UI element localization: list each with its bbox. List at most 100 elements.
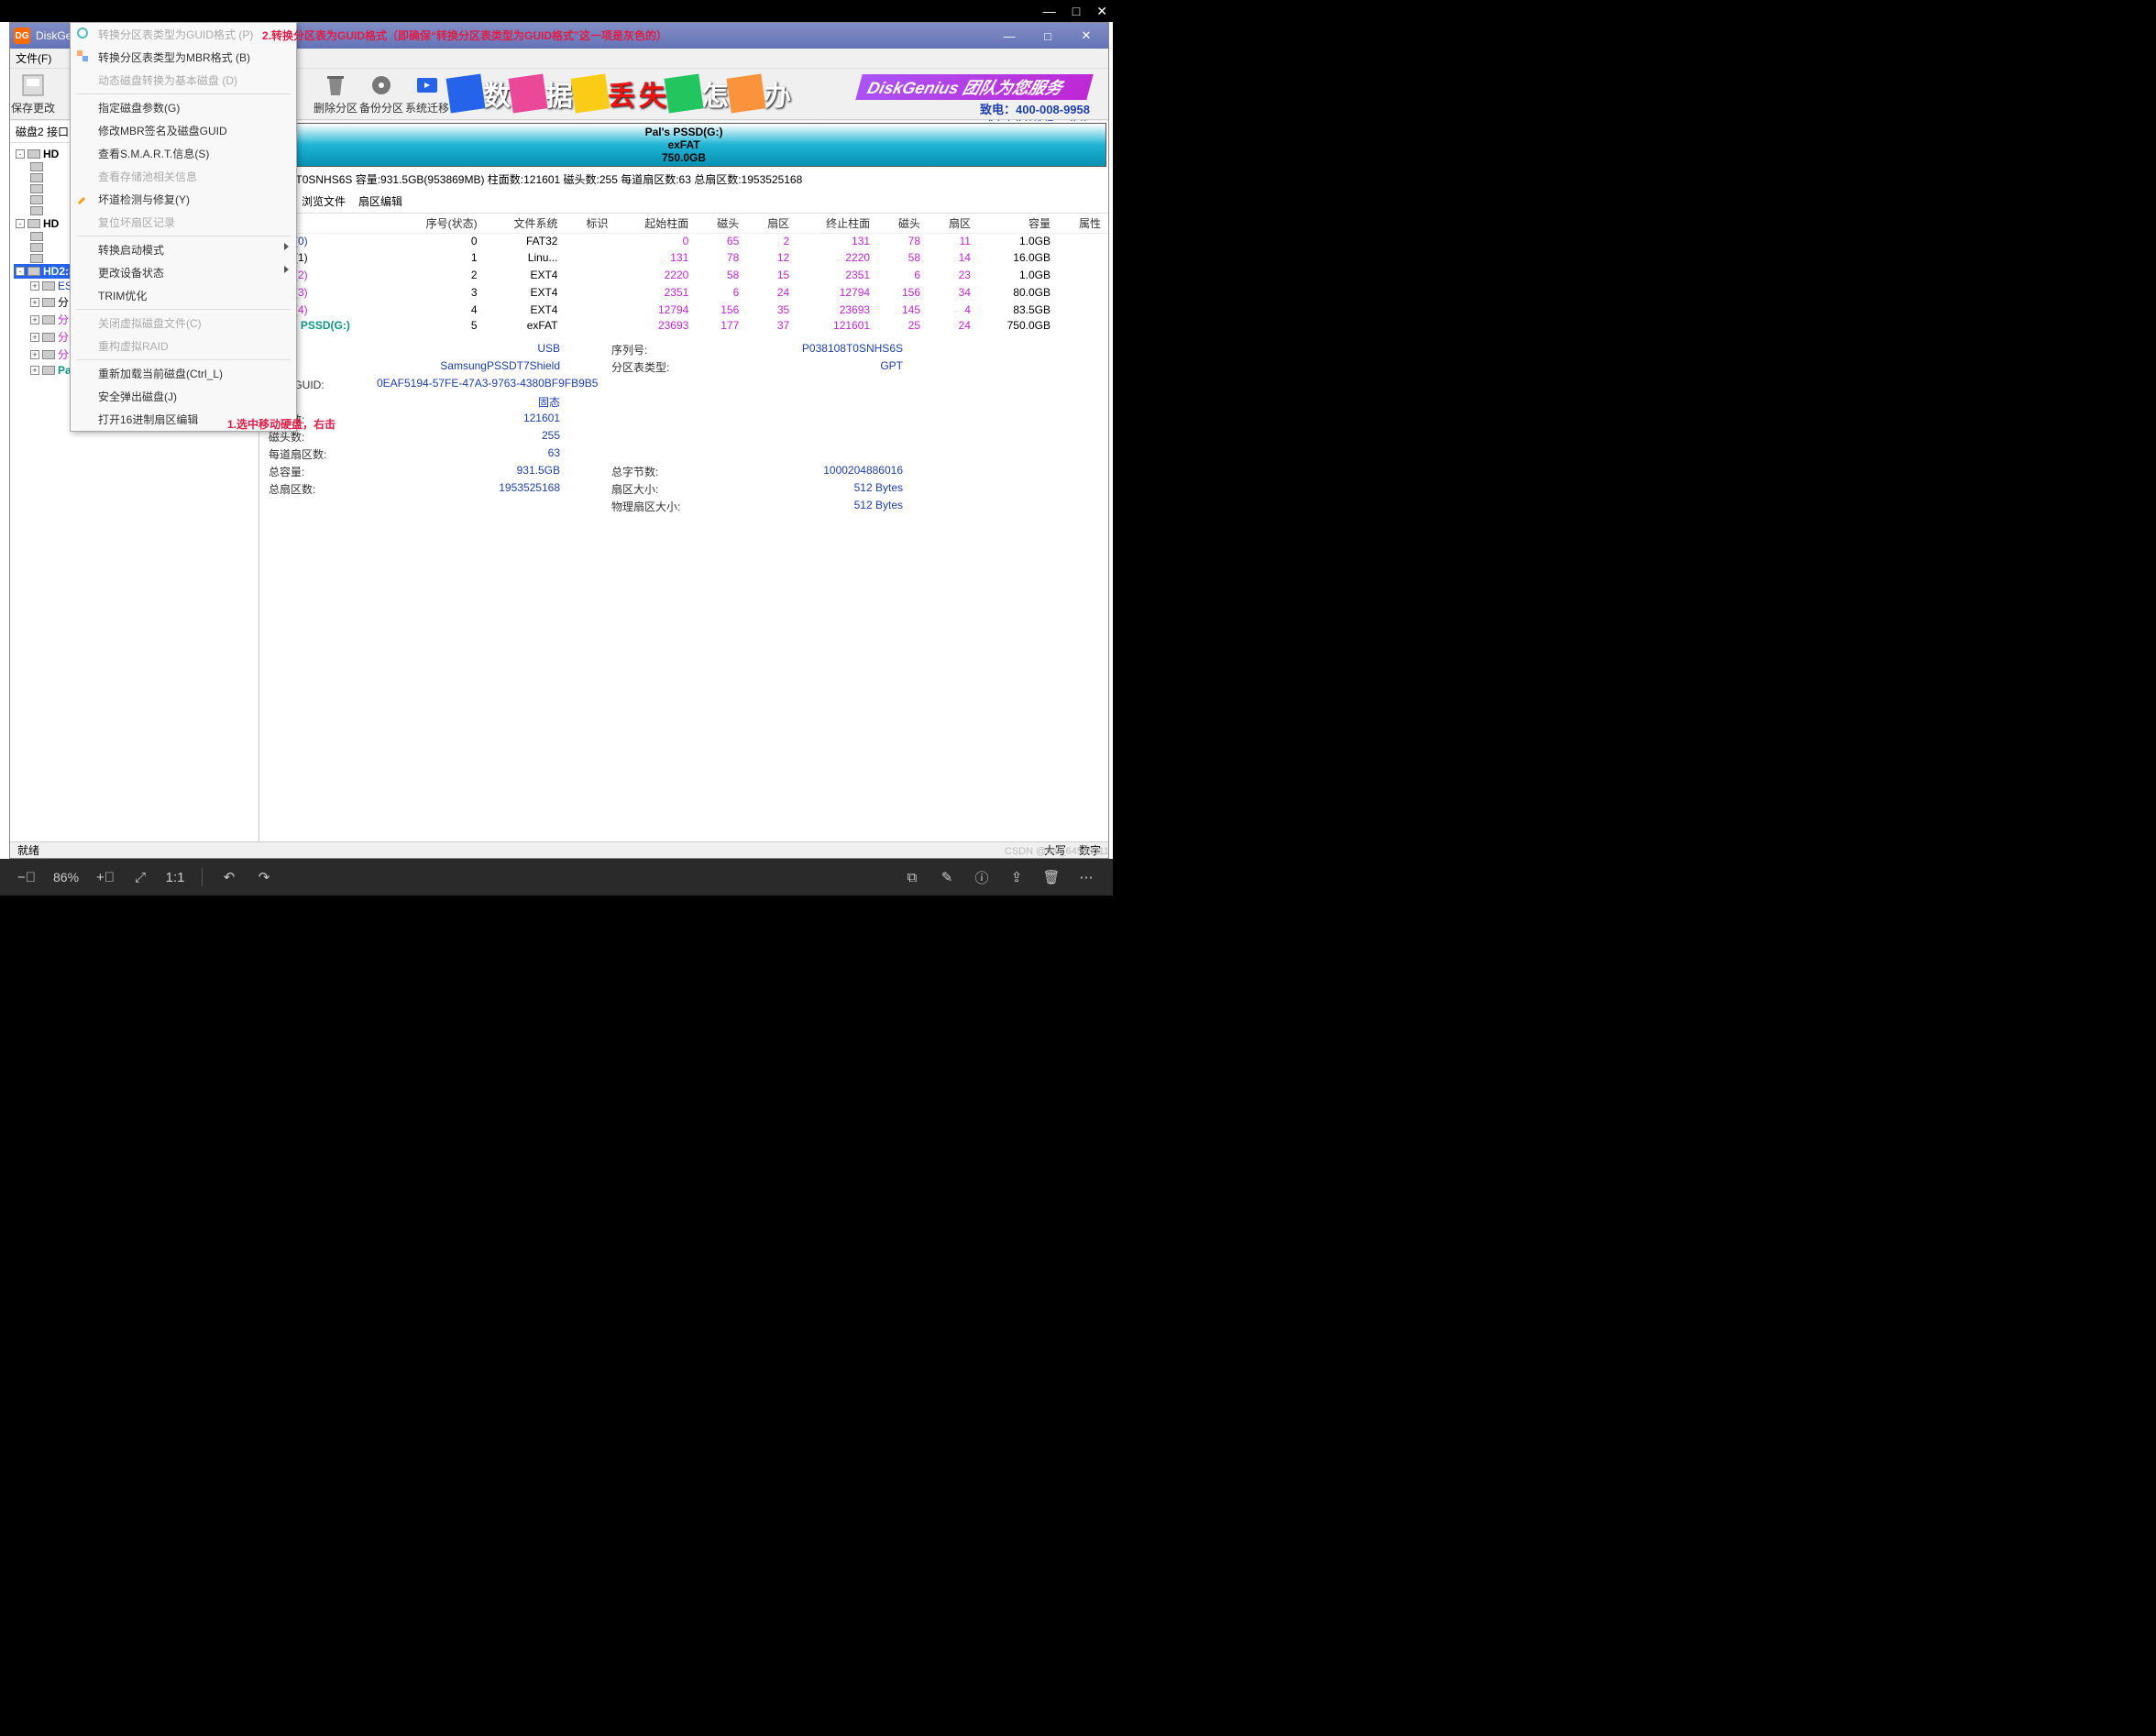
ctx-trim[interactable]: TRIM优化 <box>71 284 296 307</box>
ctx-reset-bad: 复位坏扇区记录 <box>71 211 296 234</box>
table-row[interactable]: 分区(2)2EXT42220581523516231.0GB <box>259 266 1108 283</box>
ctx-pool: 查看存储池相关信息 <box>71 165 296 188</box>
disk-context-menu: 转换分区表类型为GUID格式 (P) 转换分区表类型为MBR格式 (B) 动态磁… <box>70 22 297 432</box>
save-button[interactable]: 保存更改 <box>10 72 56 115</box>
tab-browse[interactable]: 浏览文件 <box>302 193 346 209</box>
part-icon <box>42 298 55 307</box>
rotate-right-button[interactable]: ↷ <box>256 869 272 885</box>
disk-icon <box>28 267 40 276</box>
backup-label: 备份分区 <box>359 100 403 115</box>
prop-value: 0EAF5194-57FE-47A3-9763-4380BF9FB9B5 <box>377 377 903 392</box>
promo-char: 丢 <box>608 73 635 114</box>
share-button[interactable]: ⇪ <box>1008 869 1025 885</box>
app-close-button[interactable]: ✕ <box>1068 26 1105 46</box>
delete-partition-button[interactable]: 删除分区 <box>313 72 358 115</box>
promo-banner: 数 据 丢 失 怎 办 <box>450 71 793 116</box>
table-row[interactable]: Pal's PSSD(G:)5exFAT23693177371216012524… <box>259 318 1108 333</box>
ctx-dyn-to-basic: 动态磁盘转换为基本磁盘 (D) <box>71 69 296 92</box>
part-icon <box>42 315 55 324</box>
prop-value: 固态 <box>377 394 560 410</box>
backup-partition-button[interactable]: 备份分区 <box>358 72 404 115</box>
outer-max-button[interactable]: □ <box>1072 4 1080 18</box>
disk-capacity-bar[interactable]: Pal's PSSD(G:) exFAT 750.0GB <box>261 123 1106 167</box>
rotate-left-button[interactable]: ↶ <box>221 869 237 885</box>
part-icon <box>30 162 43 171</box>
ctx-disk-params[interactable]: 指定磁盘参数(G) <box>71 96 296 119</box>
table-row[interactable]: 分区(3)3EXT42351624127941563480.0GB <box>259 283 1108 301</box>
diskbar-name: Pal's PSSD(G:) <box>645 126 723 138</box>
promo-char: 怎 <box>701 73 729 114</box>
migrate-label: 系统迁移 <box>405 100 449 115</box>
app-max-button[interactable]: □ <box>1029 26 1066 46</box>
app-min-button[interactable]: — <box>991 26 1028 46</box>
prop-value: GPT <box>720 359 903 375</box>
prop-value: P038108T0SNHS6S <box>720 342 903 357</box>
diskbar-size: 750.0GB <box>662 151 706 164</box>
info-button[interactable]: ⓘ <box>974 869 990 885</box>
status-ready: 就绪 <box>17 842 39 858</box>
ctx-to-mbr[interactable]: 转换分区表类型为MBR格式 (B) <box>71 46 296 69</box>
promo-brand: DiskGenius 团队为您服务 <box>865 79 1064 97</box>
app-icon: DG <box>14 27 30 44</box>
more-button[interactable]: ⋯ <box>1078 869 1094 885</box>
edit-button[interactable]: ✎ <box>939 869 955 885</box>
ctx-mbr-sig[interactable]: 修改MBR签名及磁盘GUID <box>71 119 296 142</box>
prop-value: 63 <box>377 446 560 462</box>
prop-label: 总字节数: <box>611 464 712 479</box>
prop-value: 1953525168 <box>377 481 560 497</box>
disk-icon <box>28 219 40 228</box>
part-icon <box>42 333 55 342</box>
annotation-2: 2.转换分区表为GUID格式（即确保“转换分区表类型为GUID格式”这一项是灰色… <box>262 27 667 43</box>
ctx-close-vd: 关闭虚拟磁盘文件(C) <box>71 312 296 335</box>
ctx-badtrack[interactable]: 坏道检测与修复(Y) <box>71 188 296 211</box>
ctx-reload[interactable]: 重新加载当前磁盘(Ctrl_L) <box>71 362 296 385</box>
copy-button[interactable]: ⧉ <box>904 869 920 885</box>
zoom-in-button[interactable]: +⃝ <box>97 869 114 885</box>
outer-window-controls: — □ ✕ <box>0 0 1113 22</box>
outer-min-button[interactable]: — <box>1043 4 1056 18</box>
watermark: CSDN @m0_64545111 <box>1005 846 1109 857</box>
viewer-toolbar: −⃝ 86% +⃝ ⤢ 1:1 ↶ ↷ ⧉ ✎ ⓘ ⇪ 🗑 ⋯ <box>0 859 1113 895</box>
table-row[interactable]: 分区(1)1Linu...13178122220581416.0GB <box>259 248 1108 266</box>
menu-file[interactable]: 文件(F) <box>16 50 51 66</box>
detail-tabs: 参数 浏览文件 扇区编辑 <box>259 190 1108 214</box>
prop-value: 255 <box>377 429 560 445</box>
tab-sector[interactable]: 扇区编辑 <box>358 193 402 209</box>
disk-icon <box>28 149 40 159</box>
save-icon <box>20 72 46 98</box>
part-icon <box>30 232 43 241</box>
promo-char: 数 <box>483 73 511 114</box>
chevron-right-icon <box>284 266 289 273</box>
fit-button[interactable]: ⤢ <box>132 869 148 885</box>
prop-value: 1000204886016 <box>720 464 903 479</box>
outer-close-button[interactable]: ✕ <box>1096 4 1107 19</box>
part-icon <box>30 254 43 263</box>
migrate-button[interactable]: 系统迁移 <box>404 72 450 115</box>
backup-icon <box>368 72 394 98</box>
wrench-icon <box>76 192 89 204</box>
ctx-rebuild-raid: 重构虚拟RAID <box>71 335 296 357</box>
ctx-smart[interactable]: 查看S.M.A.R.T.信息(S) <box>71 142 296 165</box>
table-row[interactable]: ESP(0)0FAT32065213178111.0GB <box>259 234 1108 249</box>
ctx-boot-mode[interactable]: 转换启动模式 <box>71 238 296 261</box>
prop-label: 每道扇区数: <box>269 446 369 462</box>
ctx-dev-state[interactable]: 更改设备状态 <box>71 261 296 284</box>
zoom-out-button[interactable]: −⃝ <box>18 869 35 885</box>
refresh-icon <box>76 27 89 39</box>
disk-label: HD <box>43 217 59 230</box>
ctx-eject[interactable]: 安全弹出磁盘(J) <box>71 385 296 408</box>
status-bar: 就绪 大写 数字 <box>10 841 1108 858</box>
delete-button[interactable]: 🗑 <box>1043 869 1060 885</box>
promo-tel: 致电：400-008-9958 <box>859 100 1090 117</box>
part-icon <box>30 173 43 182</box>
actual-size-button[interactable]: 1:1 <box>167 869 183 885</box>
delete-partition-label: 删除分区 <box>314 100 358 115</box>
prop-label: 总扇区数: <box>269 481 369 497</box>
partition-table: 序号(状态)文件系统标识 起始柱面磁头扇区 终止柱面磁头扇区 容量属性 ESP(… <box>259 214 1108 333</box>
table-row[interactable]: 分区(4)4EXT4127941563523693145483.5GB <box>259 301 1108 318</box>
zoom-level: 86% <box>53 870 79 884</box>
prop-value: 512 Bytes <box>720 499 903 514</box>
prop-value: SamsungPSSDT7Shield <box>377 359 560 375</box>
disk-label: HD <box>43 148 59 160</box>
disk-summary: 38108T0SNHS6S 容量:931.5GB(953869MB) 柱面数:1… <box>259 169 1108 190</box>
